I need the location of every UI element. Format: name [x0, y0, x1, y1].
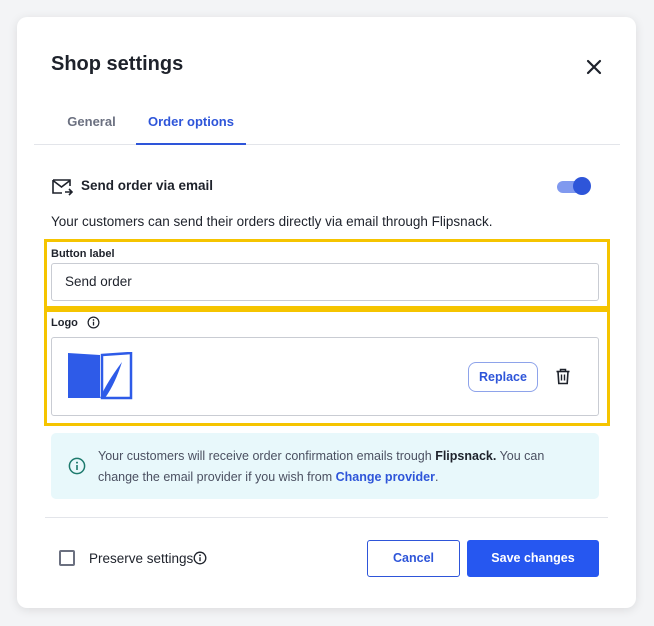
- logo-title: Logo: [51, 317, 78, 329]
- send-order-via-email-title: Send order via email: [81, 178, 214, 193]
- tab-general[interactable]: General: [54, 112, 129, 145]
- replace-logo-button[interactable]: Replace: [468, 362, 538, 392]
- preserve-settings-checkbox[interactable]: [59, 550, 75, 566]
- footer-divider: [45, 517, 608, 518]
- email-send-icon: [52, 179, 73, 196]
- save-changes-button[interactable]: Save changes: [467, 540, 599, 577]
- change-provider-link[interactable]: Change provider: [336, 470, 435, 484]
- preserve-info-icon[interactable]: [193, 551, 207, 565]
- logo-info-icon[interactable]: [87, 316, 100, 329]
- button-label-input[interactable]: Send order: [51, 263, 599, 301]
- logo-upload-box: Replace: [51, 337, 599, 416]
- button-label-title: Button label: [51, 248, 115, 260]
- cancel-button[interactable]: Cancel: [367, 540, 460, 577]
- info-icon: [68, 457, 86, 475]
- tab-bar: General Order options: [34, 112, 620, 145]
- tab-order-options[interactable]: Order options: [136, 112, 246, 145]
- flipsnack-brand-text: Flipsnack.: [435, 449, 497, 463]
- email-description: Your customers can send their orders dir…: [51, 214, 493, 229]
- email-provider-info-text: Your customers will receive order confir…: [98, 449, 545, 484]
- flipsnack-logo: [68, 352, 133, 400]
- close-icon[interactable]: [583, 56, 605, 78]
- send-email-toggle[interactable]: [555, 177, 592, 195]
- dialog-title: Shop settings: [51, 53, 184, 75]
- preserve-settings-label[interactable]: Preserve settings: [89, 551, 193, 566]
- shop-settings-dialog: Shop settings General Order options Send…: [17, 17, 636, 608]
- email-provider-info-box: Your customers will receive order confir…: [51, 433, 599, 499]
- trash-icon[interactable]: [555, 368, 571, 385]
